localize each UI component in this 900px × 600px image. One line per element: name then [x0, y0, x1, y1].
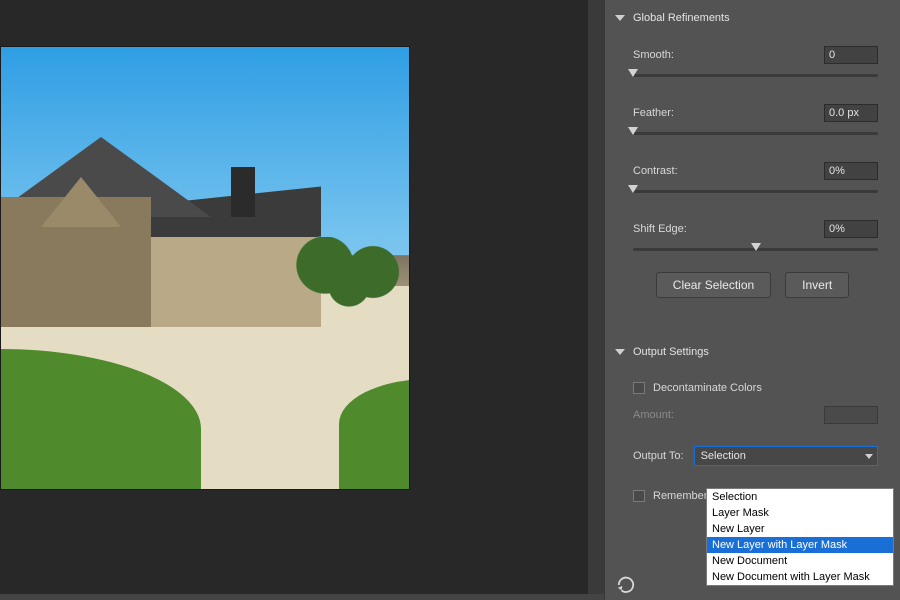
shift-edge-value[interactable]: [824, 220, 878, 238]
feather-row: Feather:: [605, 98, 900, 142]
decontaminate-checkbox[interactable]: [633, 382, 645, 394]
slider-thumb[interactable]: [751, 243, 761, 251]
global-refinements-title: Global Refinements: [633, 12, 730, 24]
feather-label: Feather:: [633, 107, 674, 119]
output-to-selected: Selection: [701, 450, 746, 462]
output-settings-title: Output Settings: [633, 346, 709, 358]
contrast-row: Contrast:: [605, 156, 900, 200]
output-to-select[interactable]: Selection: [694, 446, 878, 466]
smooth-row: Smooth:: [605, 40, 900, 84]
slider-thumb[interactable]: [628, 69, 638, 77]
contrast-label: Contrast:: [633, 165, 678, 177]
slider-thumb[interactable]: [628, 185, 638, 193]
chevron-down-icon: [615, 15, 625, 21]
global-refinements-header[interactable]: Global Refinements: [605, 0, 900, 30]
output-settings-header[interactable]: Output Settings: [605, 334, 900, 364]
output-to-dropdown[interactable]: SelectionLayer MaskNew LayerNew Layer wi…: [706, 488, 894, 586]
chevron-down-icon: [615, 349, 625, 355]
decontaminate-row: Decontaminate Colors: [605, 376, 900, 400]
smooth-label: Smooth:: [633, 49, 674, 61]
smooth-slider[interactable]: [633, 68, 878, 82]
canvas-scrollbar[interactable]: [588, 0, 604, 600]
chevron-down-icon: [865, 454, 873, 459]
clear-selection-button[interactable]: Clear Selection: [656, 272, 771, 298]
right-panel: Global Refinements Smooth: Feather: Cont…: [604, 0, 900, 600]
feather-slider[interactable]: [633, 126, 878, 140]
output-to-row: Output To: Selection: [605, 430, 900, 472]
shift-edge-slider[interactable]: [633, 242, 878, 256]
amount-label: Amount:: [633, 409, 674, 421]
amount-value: [824, 406, 878, 424]
bottom-bar: [0, 594, 604, 600]
slider-thumb[interactable]: [628, 127, 638, 135]
output-option[interactable]: New Document: [707, 553, 893, 569]
output-option[interactable]: New Layer with Layer Mask: [707, 537, 893, 553]
canvas-area: [0, 0, 604, 600]
output-to-label: Output To:: [633, 450, 684, 462]
reset-icon[interactable]: [615, 576, 637, 594]
output-option[interactable]: New Layer: [707, 521, 893, 537]
smooth-value[interactable]: [824, 46, 878, 64]
decontaminate-label: Decontaminate Colors: [653, 382, 762, 394]
contrast-value[interactable]: [824, 162, 878, 180]
output-option[interactable]: Layer Mask: [707, 505, 893, 521]
feather-value[interactable]: [824, 104, 878, 122]
amount-row: Amount:: [605, 400, 900, 430]
image-preview[interactable]: [0, 46, 410, 490]
output-option[interactable]: New Document with Layer Mask: [707, 569, 893, 585]
remember-checkbox[interactable]: [633, 490, 645, 502]
output-option[interactable]: Selection: [707, 489, 893, 505]
shift-edge-label: Shift Edge:: [633, 223, 687, 235]
contrast-slider[interactable]: [633, 184, 878, 198]
shift-edge-row: Shift Edge:: [605, 214, 900, 258]
invert-button[interactable]: Invert: [785, 272, 849, 298]
